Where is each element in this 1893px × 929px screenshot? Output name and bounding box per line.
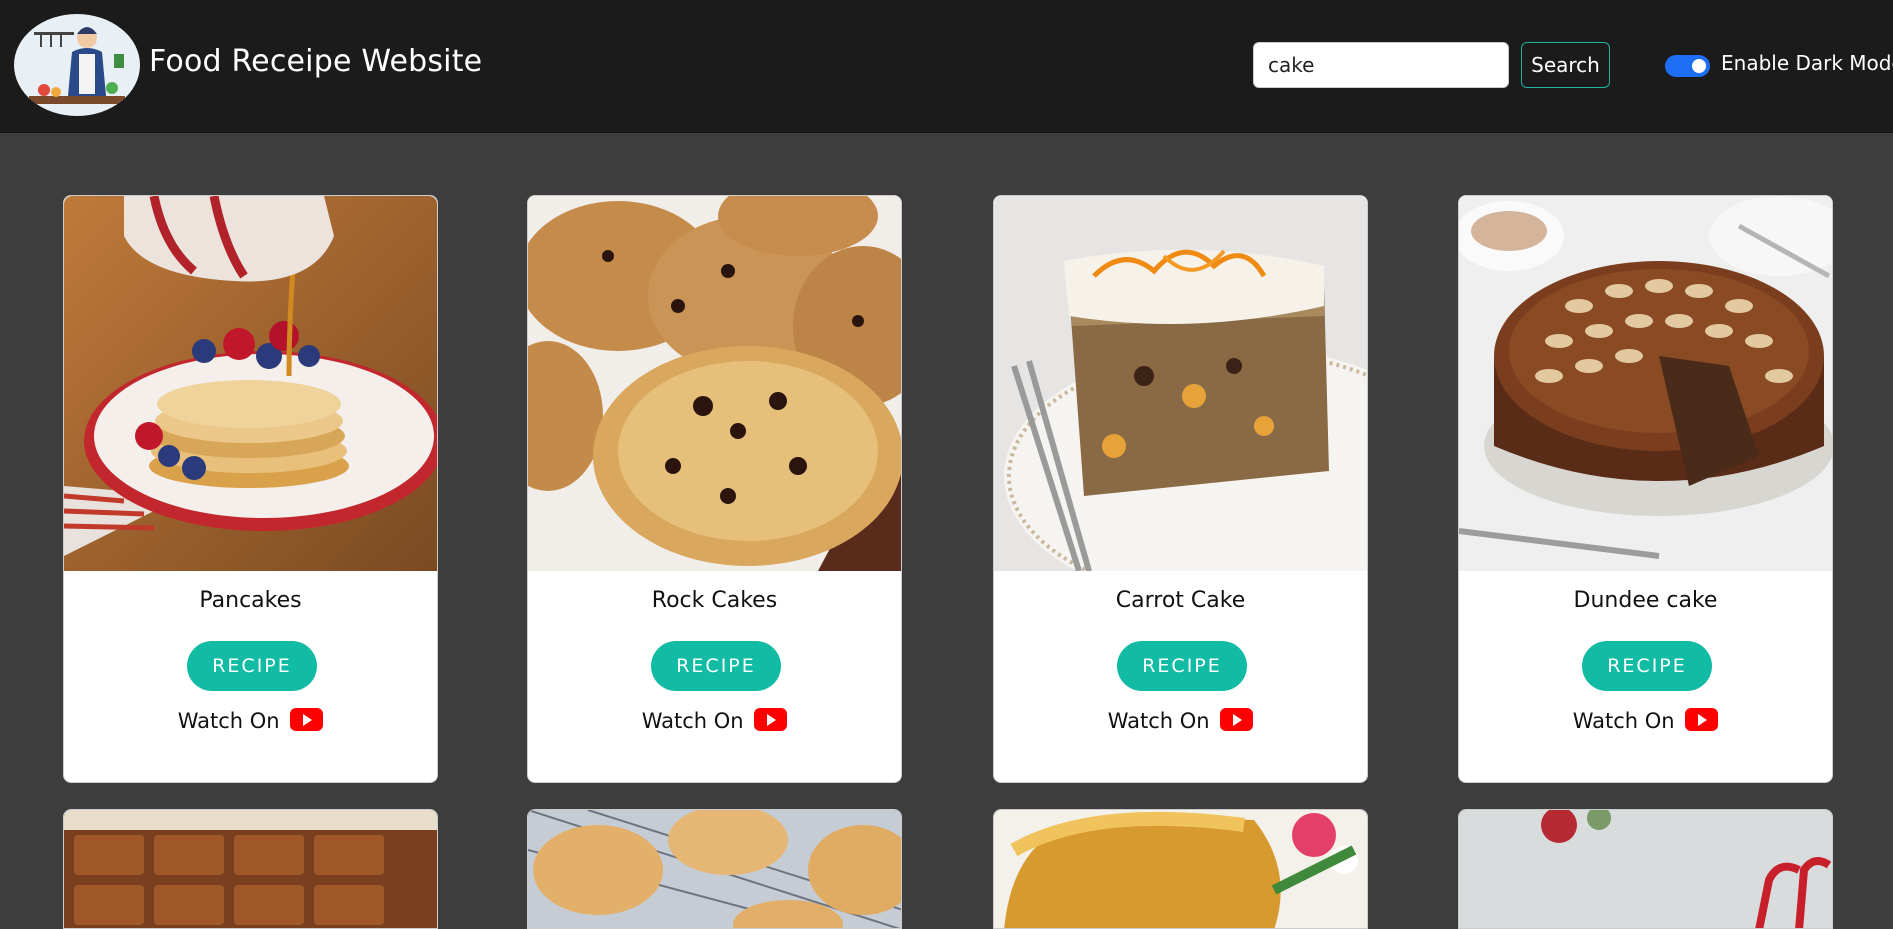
dark-mode-label: Enable Dark Mode (1721, 51, 1893, 75)
site-title: Food Receipe Website (149, 44, 483, 79)
rock-cakes-image (528, 196, 901, 571)
recipe-image (1459, 810, 1832, 928)
recipe-card-row2-1 (63, 809, 438, 929)
recipe-button[interactable]: RECIPE (187, 641, 317, 691)
watch-on-link[interactable]: Watch On (528, 707, 901, 734)
dundee-cake-image (1459, 196, 1832, 571)
watch-on-link[interactable]: Watch On (1459, 707, 1832, 734)
watch-on-link[interactable]: Watch On (994, 707, 1367, 734)
toggle-knob (1692, 59, 1706, 73)
chef-logo-icon[interactable] (14, 14, 140, 116)
youtube-icon[interactable] (1685, 707, 1719, 731)
recipe-card-row2-3 (993, 809, 1368, 929)
recipe-image (528, 810, 901, 928)
recipe-card-carrot-cake: Carrot Cake RECIPE Watch On (993, 195, 1368, 783)
recipe-button[interactable]: RECIPE (651, 641, 781, 691)
card-title: Carrot Cake (1115, 588, 1246, 613)
youtube-icon[interactable] (290, 707, 324, 731)
pancakes-image (64, 196, 437, 571)
watch-on-label: Watch On (641, 709, 744, 733)
search-input[interactable] (1253, 42, 1509, 88)
recipe-image (994, 810, 1367, 928)
card-title: Rock Cakes (651, 588, 778, 613)
recipe-button[interactable]: RECIPE (1117, 641, 1247, 691)
navbar: Food Receipe Website Search Enable Dark … (0, 0, 1893, 133)
card-title: Dundee cake (1573, 588, 1718, 613)
watch-on-label: Watch On (1107, 709, 1210, 733)
watch-on-link[interactable]: Watch On (64, 707, 437, 734)
card-title: Pancakes (199, 588, 302, 613)
recipe-card-dundee-cake: Dundee cake RECIPE Watch On (1458, 195, 1833, 783)
recipe-button[interactable]: RECIPE (1582, 641, 1712, 691)
carrot-cake-image (994, 196, 1367, 571)
watch-on-label: Watch On (177, 709, 280, 733)
youtube-icon[interactable] (754, 707, 788, 731)
youtube-icon[interactable] (1220, 707, 1254, 731)
watch-on-label: Watch On (1572, 709, 1675, 733)
recipe-card-rock-cakes: Rock Cakes RECIPE Watch On (527, 195, 902, 783)
recipe-card-row2-4 (1458, 809, 1833, 929)
recipe-image (64, 810, 437, 928)
recipe-card-pancakes: Pancakes RECIPE Watch On (63, 195, 438, 783)
search-button[interactable]: Search (1521, 42, 1610, 88)
recipe-card-row2-2 (527, 809, 902, 929)
dark-mode-toggle[interactable] (1665, 55, 1710, 77)
